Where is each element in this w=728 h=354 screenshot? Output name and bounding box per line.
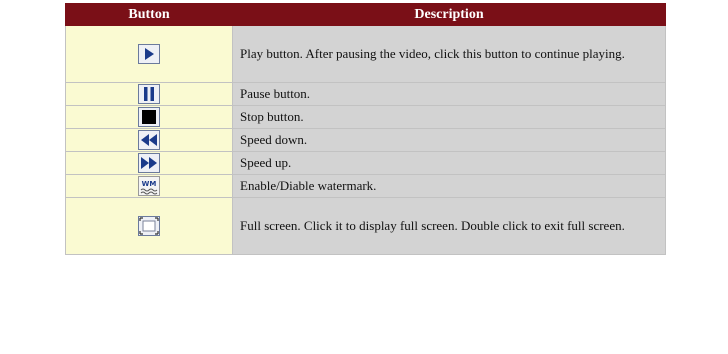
page: Button Description Play button. After pa… xyxy=(0,0,728,354)
table-row: Full screen. Click it to display full sc… xyxy=(65,197,666,255)
play-icon xyxy=(138,44,160,64)
row-description: Speed up. xyxy=(232,151,666,175)
svg-text:WM: WM xyxy=(142,180,157,188)
table-row: Speed down. xyxy=(65,128,666,152)
row-description: Enable/Diable watermark. xyxy=(232,174,666,198)
watermark-icon: WM xyxy=(138,176,160,196)
row-description: Full screen. Click it to display full sc… xyxy=(232,197,666,255)
icon-cell: WM xyxy=(65,174,233,198)
row-description: Play button. After pausing the video, cl… xyxy=(232,25,666,83)
icon-cell xyxy=(65,151,233,175)
header-button: Button xyxy=(65,3,233,26)
table-row: Speed up. xyxy=(65,151,666,175)
icon-cell xyxy=(65,25,233,83)
pause-icon xyxy=(138,84,160,104)
table-row: Play button. After pausing the video, cl… xyxy=(65,25,666,83)
speed-up-icon xyxy=(138,153,160,173)
fullscreen-icon xyxy=(138,216,160,236)
button-description-table: Button Description Play button. After pa… xyxy=(65,3,666,255)
row-description: Speed down. xyxy=(232,128,666,152)
table-row: Stop button. xyxy=(65,105,666,129)
table-row: WM Enable/Diable watermark. xyxy=(65,174,666,198)
icon-cell xyxy=(65,105,233,129)
row-description: Pause button. xyxy=(232,82,666,106)
header-description: Description xyxy=(232,3,666,26)
speed-down-icon xyxy=(138,130,160,150)
icon-cell xyxy=(65,82,233,106)
stop-icon xyxy=(138,107,160,127)
icon-cell xyxy=(65,197,233,255)
icon-cell xyxy=(65,128,233,152)
row-description: Stop button. xyxy=(232,105,666,129)
table-row: Pause button. xyxy=(65,82,666,106)
table-header-row: Button Description xyxy=(65,3,666,26)
